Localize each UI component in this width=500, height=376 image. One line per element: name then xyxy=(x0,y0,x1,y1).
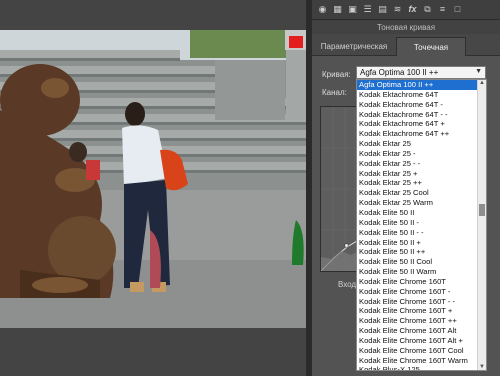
sliders-icon[interactable]: ⧉ xyxy=(421,3,434,16)
curve-select-value: Agfa Optima 100 II ++ xyxy=(360,68,439,77)
curve-option[interactable]: Kodak Ektar 25 + xyxy=(357,169,477,179)
scroll-down-icon[interactable]: ▼ xyxy=(478,364,486,370)
curve-option[interactable]: Kodak Ektar 25 - xyxy=(357,149,477,159)
curve-option[interactable]: Kodak Elite Chrome 160T ++ xyxy=(357,316,477,326)
curve-graph[interactable] xyxy=(320,106,358,272)
curve-option[interactable]: Agfa Optima 100 II ++ xyxy=(357,80,477,90)
scroll-thumb[interactable] xyxy=(479,204,485,216)
curve-option[interactable]: Kodak Elite Chrome 160T Alt + xyxy=(357,336,477,346)
curve-option[interactable]: Kodak Elite 50 II Cool xyxy=(357,257,477,267)
dropdown-scrollbar[interactable]: ▲ ▼ xyxy=(477,80,486,370)
tone-curve-panel: ◉ ▦ ▣ ☰ ▤ ≋ fx ⧉ ≡ □ Тоновая кривая Пара… xyxy=(312,0,500,376)
curve-option[interactable]: Kodak Elite Chrome 160T - xyxy=(357,287,477,297)
curve-option[interactable]: Kodak Elite Chrome 160T Cool xyxy=(357,346,477,356)
circle-icon[interactable]: ◉ xyxy=(316,3,329,16)
list-icon[interactable]: ☰ xyxy=(361,3,374,16)
chevron-down-icon: ▼ xyxy=(475,68,482,75)
curve-option[interactable]: Kodak Ektachrome 64T ++ xyxy=(357,129,477,139)
curve-dropdown-list[interactable]: Agfa Optima 100 II ++ Kodak Ektachrome 64… xyxy=(356,79,487,371)
input-label: Вход xyxy=(338,280,357,289)
curve-option[interactable]: Kodak Elite Chrome 160T Alt xyxy=(357,326,477,336)
curve-option[interactable]: Kodak Elite 50 II Warm xyxy=(357,267,477,277)
photo-scene xyxy=(0,30,306,328)
scroll-up-icon[interactable]: ▲ xyxy=(478,80,486,86)
tab-parametric[interactable]: Параметрическая xyxy=(312,37,396,56)
curve-option[interactable]: Kodak Elite 50 II ++ xyxy=(357,247,477,257)
curve-option[interactable]: Kodak Elite Chrome 160T xyxy=(357,277,477,287)
image-canvas[interactable] xyxy=(0,0,306,376)
curve-option[interactable]: Kodak Ektar 25 xyxy=(357,139,477,149)
wave-icon[interactable]: ≋ xyxy=(391,3,404,16)
tab-bar: Параметрическая Точечная xyxy=(312,34,500,56)
curve-option[interactable]: Kodak Elite 50 II xyxy=(357,208,477,218)
curve-option[interactable]: Kodak Elite 50 II - xyxy=(357,218,477,228)
photo-icon[interactable]: ▤ xyxy=(376,3,389,16)
curve-option[interactable]: Kodak Ektachrome 64T - xyxy=(357,100,477,110)
panel-toolbar: ◉ ▦ ▣ ☰ ▤ ≋ fx ⧉ ≡ □ xyxy=(312,0,500,20)
curve-option[interactable]: Kodak Elite 50 II + xyxy=(357,238,477,248)
image-icon[interactable]: ▣ xyxy=(346,3,359,16)
curve-select[interactable]: Agfa Optima 100 II ++ ▼ xyxy=(356,66,486,79)
tab-point[interactable]: Точечная xyxy=(396,37,466,56)
panel-title: Тоновая кривая xyxy=(312,20,500,34)
channel-label: Канал: xyxy=(322,88,347,97)
curve-options: Agfa Optima 100 II ++ Kodak Ektachrome 64… xyxy=(357,80,477,370)
canvas-background-top xyxy=(0,0,306,30)
curve-option[interactable]: Kodak Ektachrome 64T - - xyxy=(357,110,477,120)
box-icon[interactable]: □ xyxy=(451,3,464,16)
curve-option[interactable]: Kodak Plus-X 125 xyxy=(357,365,477,370)
curve-option[interactable]: Kodak Elite Chrome 160T - - xyxy=(357,297,477,307)
menu-icon[interactable]: ≡ xyxy=(436,3,449,16)
curve-line xyxy=(321,107,357,271)
curve-option[interactable]: Kodak Elite Chrome 160T + xyxy=(357,306,477,316)
curve-option[interactable]: Kodak Ektachrome 64T + xyxy=(357,119,477,129)
curve-option[interactable]: Kodak Ektachrome 64T xyxy=(357,90,477,100)
curve-label: Кривая: xyxy=(322,70,351,79)
curve-option[interactable]: Kodak Ektar 25 Cool xyxy=(357,188,477,198)
curve-option[interactable]: Kodak Ektar 25 ++ xyxy=(357,178,477,188)
curve-option[interactable]: Kodak Elite 50 II - - xyxy=(357,228,477,238)
curve-option[interactable]: Kodak Elite Chrome 160T Warm xyxy=(357,356,477,366)
curve-option[interactable]: Kodak Ektar 25 - - xyxy=(357,159,477,169)
curve-option[interactable]: Kodak Ektar 25 Warm xyxy=(357,198,477,208)
photo xyxy=(0,30,306,328)
canvas-background-bottom xyxy=(0,328,306,376)
grid-icon[interactable]: ▦ xyxy=(331,3,344,16)
fx-icon[interactable]: fx xyxy=(406,3,419,16)
